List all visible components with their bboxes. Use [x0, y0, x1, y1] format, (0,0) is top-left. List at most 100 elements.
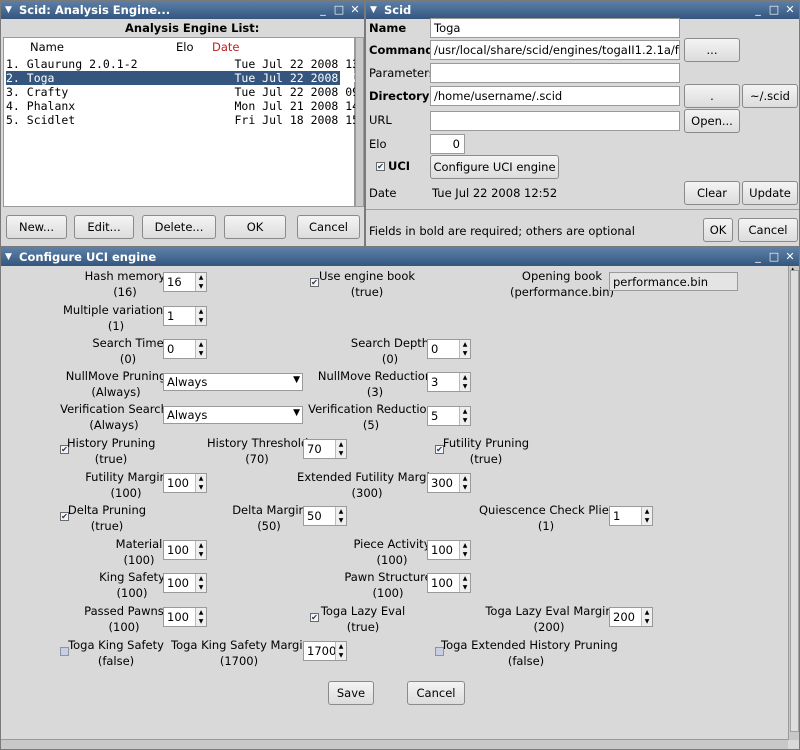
uci-checkbox[interactable]: ✔	[376, 162, 385, 171]
piece-activity-spinbox[interactable]: 100 ▲ ▼	[427, 540, 471, 560]
close-icon[interactable]: ✕	[783, 1, 797, 19]
name-label: Name	[369, 21, 407, 35]
edit-engine-button[interactable]: Edit...	[74, 215, 134, 239]
minimize-icon[interactable]: _	[751, 248, 765, 266]
column-header-elo[interactable]: Elo	[176, 40, 194, 54]
spin-arrows-icon[interactable]: ▲ ▼	[641, 608, 652, 626]
opening-book-field[interactable]: performance.bin	[609, 272, 738, 291]
delta-margin-spinbox[interactable]: 50 ▲ ▼	[303, 506, 347, 526]
spin-arrows-icon[interactable]: ▲ ▼	[335, 642, 346, 660]
verification-reduction-spinbox[interactable]: 5 ▲ ▼	[427, 406, 471, 426]
toga-lazy-eval-margin-spinbox[interactable]: 200 ▲ ▼	[609, 607, 653, 627]
save-button[interactable]: Save	[328, 681, 374, 705]
directory-field[interactable]: /home/username/.scid	[430, 86, 680, 106]
maximize-icon[interactable]: □	[332, 1, 346, 19]
dropdown-arrow-icon[interactable]: ▼	[293, 408, 300, 418]
window-title: Scid: Analysis Engine...	[19, 3, 171, 17]
window-menu-icon[interactable]: ▼	[5, 1, 12, 19]
toga-king-safety-margin-spinbox[interactable]: 1700 ▲ ▼	[303, 641, 347, 661]
window-menu-icon[interactable]: ▼	[5, 248, 12, 266]
close-icon[interactable]: ✕	[783, 248, 797, 266]
ok-button[interactable]: OK	[224, 215, 286, 239]
name-field[interactable]: Toga	[430, 18, 680, 38]
column-header-name[interactable]: Name	[30, 40, 64, 54]
ok-button[interactable]: OK	[703, 218, 733, 242]
spin-arrows-icon[interactable]: ▲ ▼	[459, 574, 470, 592]
maximize-icon[interactable]: □	[767, 1, 781, 19]
new-engine-button[interactable]: New...	[6, 215, 67, 239]
engine-row[interactable]: 4. Phalanx Mon Jul 21 2008 14:13	[6, 99, 364, 113]
engine-row-selected[interactable]: 2. Toga Tue Jul 22 2008 12:52	[6, 71, 364, 85]
column-header-date[interactable]: Date	[212, 40, 240, 54]
spin-arrows-icon[interactable]: ▲ ▼	[195, 307, 206, 325]
spin-arrows-icon[interactable]: ▲ ▼	[459, 407, 470, 425]
update-button[interactable]: Update	[742, 181, 798, 205]
dropdown-arrow-icon[interactable]: ▼	[293, 375, 300, 385]
toga-lazy-eval-margin-label: Toga Lazy Eval Margin (200)	[485, 604, 613, 634]
parameters-field[interactable]	[430, 63, 680, 83]
clear-button[interactable]: Clear	[684, 181, 740, 205]
close-icon[interactable]: ✕	[348, 1, 362, 19]
futility-pruning-label: Futility Pruning (true)	[442, 436, 530, 466]
verification-search-label: Verification Search (Always)	[60, 402, 168, 432]
toga-king-safety-margin-label: Toga King Safety Margin (1700)	[171, 638, 310, 668]
engine-settings-window: ▼ Scid _ □ ✕ Name Toga Command /usr/loca…	[365, 0, 800, 247]
verification-search-select[interactable]: Always ▼	[163, 406, 303, 424]
multiple-variations-spinbox[interactable]: 1 ▲ ▼	[163, 306, 207, 326]
current-dir-button[interactable]: .	[684, 84, 740, 108]
spin-arrows-icon[interactable]: ▲ ▼	[195, 541, 206, 559]
engine-list[interactable]: Name Elo Date 1. Glaurung 2.0.1-2 Tue Ju…	[3, 37, 364, 207]
cancel-button[interactable]: Cancel	[297, 215, 360, 239]
engine-row[interactable]: 3. Crafty Tue Jul 22 2008 09:11	[6, 85, 364, 99]
engine-list-scrollbar[interactable]	[355, 37, 364, 207]
spin-arrows-icon[interactable]: ▲ ▼	[459, 474, 470, 492]
options-scrollbar[interactable]: ▲	[788, 266, 799, 740]
engine-settings-titlebar[interactable]: ▼ Scid _ □ ✕	[366, 1, 799, 19]
spin-arrows-icon[interactable]: ▲ ▼	[195, 273, 206, 291]
spin-arrows-icon[interactable]: ▲ ▼	[335, 440, 346, 458]
spin-arrows-icon[interactable]: ▲ ▼	[335, 507, 346, 525]
configure-uci-titlebar[interactable]: ▼ Configure UCI engine _ □ ✕	[1, 248, 799, 266]
minimize-icon[interactable]: _	[316, 1, 330, 19]
engine-row[interactable]: 1. Glaurung 2.0.1-2 Tue Jul 22 2008 13:0…	[6, 57, 364, 71]
minimize-icon[interactable]: _	[751, 1, 765, 19]
cancel-button[interactable]: Cancel	[738, 218, 798, 242]
window-menu-icon[interactable]: ▼	[370, 1, 377, 19]
nullmove-reduction-spinbox[interactable]: 3 ▲ ▼	[427, 372, 471, 392]
configure-uci-button[interactable]: Configure UCI engine	[430, 155, 559, 179]
analysis-engine-titlebar[interactable]: ▼ Scid: Analysis Engine... _ □ ✕	[1, 1, 364, 19]
spin-arrows-icon[interactable]: ▲ ▼	[459, 373, 470, 391]
history-threshold-label: History Threshold (70)	[207, 436, 309, 466]
cancel-button[interactable]: Cancel	[407, 681, 465, 705]
browse-command-button[interactable]: ...	[684, 38, 740, 62]
quiescence-check-plies-spinbox[interactable]: 1 ▲ ▼	[609, 506, 653, 526]
futility-margin-spinbox[interactable]: 100 ▲ ▼	[163, 473, 207, 493]
extended-futility-margin-spinbox[interactable]: 300 ▲ ▼	[427, 473, 471, 493]
hash-memory-spinbox[interactable]: 16 ▲ ▼	[163, 272, 207, 292]
engine-row[interactable]: 5. Scidlet Fri Jul 18 2008 15:40	[6, 113, 364, 127]
spin-arrows-icon[interactable]: ▲ ▼	[195, 474, 206, 492]
spin-arrows-icon[interactable]: ▲ ▼	[641, 507, 652, 525]
king-safety-spinbox[interactable]: 100 ▲ ▼	[163, 573, 207, 593]
pawn-structure-spinbox[interactable]: 100 ▲ ▼	[427, 573, 471, 593]
spin-arrows-icon[interactable]: ▲ ▼	[459, 541, 470, 559]
spin-arrows-icon[interactable]: ▲ ▼	[195, 608, 206, 626]
maximize-icon[interactable]: □	[767, 248, 781, 266]
spin-arrows-icon[interactable]: ▲ ▼	[459, 340, 470, 358]
scid-dir-button[interactable]: ~/.scid	[742, 84, 798, 108]
search-depth-spinbox[interactable]: 0 ▲ ▼	[427, 339, 471, 359]
history-threshold-spinbox[interactable]: 70 ▲ ▼	[303, 439, 347, 459]
material-spinbox[interactable]: 100 ▲ ▼	[163, 540, 207, 560]
passed-pawns-spinbox[interactable]: 100 ▲ ▼	[163, 607, 207, 627]
horizontal-scrollbar[interactable]	[1, 739, 788, 749]
search-time-spinbox[interactable]: 0 ▲ ▼	[163, 339, 207, 359]
spin-arrows-icon[interactable]: ▲ ▼	[195, 340, 206, 358]
command-field[interactable]: /usr/local/share/scid/engines/togaII1.2.…	[430, 40, 680, 60]
pawn-structure-label: Pawn Structure (100)	[344, 570, 432, 600]
delete-engine-button[interactable]: Delete...	[142, 215, 216, 239]
url-field[interactable]	[430, 111, 680, 131]
nullmove-pruning-select[interactable]: Always ▼	[163, 373, 303, 391]
elo-field[interactable]: 0	[430, 134, 465, 154]
open-url-button[interactable]: Open...	[684, 109, 740, 133]
spin-arrows-icon[interactable]: ▲ ▼	[195, 574, 206, 592]
